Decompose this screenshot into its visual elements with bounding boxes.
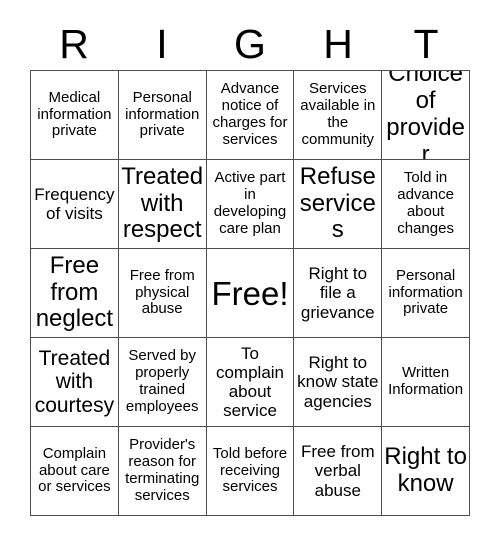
bingo-cell-label: Right to know xyxy=(384,443,467,497)
bingo-header-letter-3: H xyxy=(323,20,353,67)
bingo-cell-label: Told in advance about changes xyxy=(397,169,454,237)
bingo-cell-label: Right to file a grievance xyxy=(300,264,375,322)
bingo-header-letter-4: T xyxy=(413,20,439,67)
bingo-cell-label: Free! xyxy=(211,274,289,312)
bingo-cell-label: Told before receiving services xyxy=(212,444,288,496)
bingo-cell-r0-c1[interactable]: Personal information private xyxy=(118,71,207,160)
bingo-cell-label: To complain about service xyxy=(215,343,285,421)
bingo-cell-r0-c0[interactable]: Medical information private xyxy=(31,71,119,160)
bingo-cell-label: Written Information xyxy=(388,364,464,398)
bingo-cell-label: Advance notice of charges for services xyxy=(212,80,288,148)
bingo-header-letter-2: G xyxy=(234,20,266,67)
bingo-free-space[interactable]: Free! xyxy=(206,249,295,338)
bingo-cell-r1-c2[interactable]: Active part in developing care plan xyxy=(206,160,295,249)
bingo-cell-label: Personal information private xyxy=(125,88,200,140)
bingo-cell-r3-c2[interactable]: To complain about service xyxy=(206,338,295,427)
bingo-grid: Medical information private Personal info… xyxy=(30,70,470,516)
bingo-cell-r3-c4[interactable]: Written Information xyxy=(382,338,470,427)
bingo-cell-r1-c4[interactable]: Told in advance about changes xyxy=(382,160,470,249)
bingo-cell-label: Complain about care or services xyxy=(38,444,111,496)
bingo-cell-label: Free from verbal abuse xyxy=(300,442,375,500)
bingo-cell-label: Free from physical abuse xyxy=(129,266,195,318)
bingo-header-letter-1: I xyxy=(156,20,168,67)
bingo-cell-r3-c3[interactable]: Right to know state agencies xyxy=(294,338,383,427)
bingo-cell-r4-c4[interactable]: Right to know xyxy=(382,427,470,516)
bingo-cell-label: Treated with courtesy xyxy=(34,346,115,417)
bingo-cell-r0-c3[interactable]: Services available in the community xyxy=(294,71,383,160)
bingo-cell-r1-c1[interactable]: Treated with respect xyxy=(118,160,207,249)
bingo-cell-r4-c1[interactable]: Provider's reason for terminating servic… xyxy=(118,427,207,516)
bingo-cell-label: Active part in developing care plan xyxy=(213,169,287,237)
bingo-cell-r3-c0[interactable]: Treated with courtesy xyxy=(31,338,119,427)
bingo-cell-r2-c4[interactable]: Personal information private xyxy=(382,249,470,338)
bingo-cell-r1-c3[interactable]: Refuse services xyxy=(294,160,383,249)
bingo-cell-r2-c1[interactable]: Free from physical abuse xyxy=(118,249,207,338)
bingo-cell-label: Treated with respect xyxy=(121,162,204,244)
bingo-cell-label: Choice of provider xyxy=(386,71,465,160)
bingo-cell-label: Medical information private xyxy=(37,88,112,140)
bingo-cell-r3-c1[interactable]: Served by properly trained employees xyxy=(118,338,207,427)
bingo-cell-r4-c3[interactable]: Free from verbal abuse xyxy=(294,427,383,516)
bingo-cell-r4-c0[interactable]: Complain about care or services xyxy=(31,427,119,516)
bingo-cell-r1-c0[interactable]: Frequency of visits xyxy=(31,160,119,249)
bingo-header-letters: RIGHT xyxy=(30,18,470,70)
bingo-cell-label: Free from neglect xyxy=(35,251,114,333)
bingo-header-letter-0: R xyxy=(59,20,89,67)
bingo-cell-r2-c0[interactable]: Free from neglect xyxy=(31,249,119,338)
bingo-cell-label: Services available in the community xyxy=(300,80,376,148)
bingo-cell-label: Provider's reason for terminating servic… xyxy=(125,436,200,504)
bingo-cell-label: Right to know state agencies xyxy=(297,353,379,411)
bingo-cell-r2-c3[interactable]: Right to file a grievance xyxy=(294,249,383,338)
bingo-cell-label: Frequency of visits xyxy=(34,184,115,223)
bingo-cell-r0-c4[interactable]: Choice of provider xyxy=(382,71,470,160)
bingo-cell-label: Served by properly trained employees xyxy=(125,347,199,415)
bingo-cell-r4-c2[interactable]: Told before receiving services xyxy=(206,427,295,516)
bingo-cell-label: Refuse services xyxy=(299,162,376,244)
bingo-cell-r0-c2[interactable]: Advance notice of charges for services xyxy=(206,71,295,160)
bingo-card: RIGHT Medical information private Persona… xyxy=(0,0,500,544)
bingo-cell-label: Personal information private xyxy=(388,266,463,318)
